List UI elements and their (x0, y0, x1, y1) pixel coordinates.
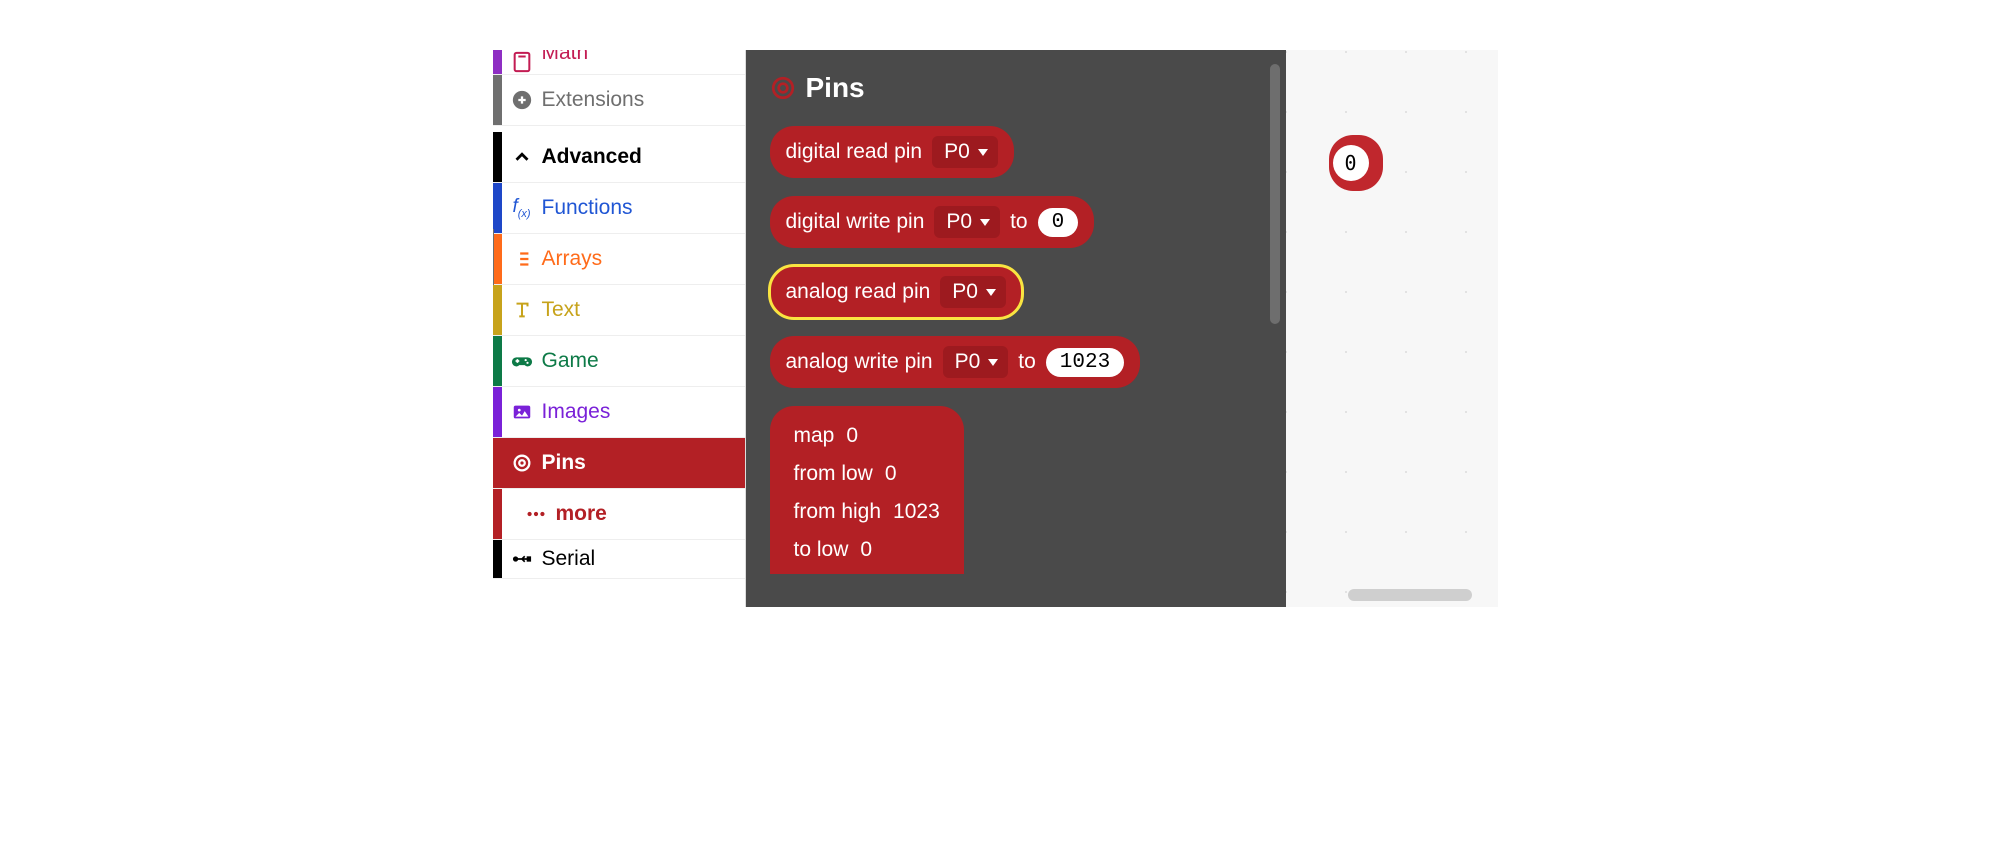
sidebar-item-images[interactable]: Images (493, 387, 745, 438)
block-label: digital read pin (786, 140, 923, 164)
sidebar-item-label: Arrays (542, 247, 603, 271)
pin-dropdown[interactable]: P0 (943, 346, 1009, 378)
sidebar-item-serial[interactable]: Serial (493, 540, 745, 579)
block-label: to (1018, 350, 1036, 374)
calculator-icon (502, 51, 542, 73)
block-label: from high (794, 500, 882, 524)
block-map[interactable]: map 0 from low 0 from high 1023 to low 0 (770, 406, 964, 574)
block-label: to (1010, 210, 1028, 234)
value-input[interactable]: 0 (1038, 208, 1079, 237)
block-analog-write-pin[interactable]: analog write pin P0 to 1023 (770, 336, 1141, 388)
workspace-canvas[interactable]: 0 (1286, 50, 1498, 607)
sidebar-item-label: Pins (542, 451, 586, 475)
block-digital-write-pin[interactable]: digital write pin P0 to 0 (770, 196, 1095, 248)
sidebar-item-label: Extensions (542, 88, 645, 112)
sidebar-item-label: more (556, 502, 607, 526)
category-sidebar: Math Extensions Advanced f(x) Functions (493, 50, 746, 607)
value-input[interactable]: 1023 (893, 500, 940, 524)
function-icon: f(x) (502, 196, 542, 220)
block-label: from low (794, 462, 873, 486)
toolbox-flyout: Pins digital read pin P0 digital write p… (746, 50, 1286, 607)
pin-dropdown[interactable]: P0 (934, 206, 1000, 238)
sidebar-item-label: Text (542, 298, 581, 322)
block-digital-read-pin[interactable]: digital read pin P0 (770, 126, 1014, 178)
image-icon (502, 401, 542, 423)
app-frame: Math Extensions Advanced f(x) Functions (493, 50, 1498, 607)
block-label: map (794, 424, 835, 448)
value-input[interactable]: 0 (860, 538, 872, 562)
text-icon (502, 299, 542, 321)
flyout-title-text: Pins (806, 72, 865, 104)
sidebar-item-text[interactable]: Text (493, 285, 745, 336)
chevron-down-icon (980, 219, 990, 226)
block-label: analog write pin (786, 350, 933, 374)
chevron-down-icon (986, 289, 996, 296)
chevron-up-icon (502, 146, 542, 168)
value-input[interactable]: 1023 (1046, 348, 1124, 377)
value-input[interactable]: 0 (1333, 145, 1369, 181)
chevron-down-icon (978, 149, 988, 156)
value-input[interactable]: 0 (846, 424, 858, 448)
sidebar-item-label: Images (542, 400, 611, 424)
ellipsis-icon (516, 503, 556, 525)
sidebar-item-game[interactable]: Game (493, 336, 745, 387)
usb-icon (502, 548, 542, 570)
pin-dropdown[interactable]: P0 (932, 136, 998, 168)
canvas-scrollbar-horizontal[interactable] (1348, 589, 1472, 601)
target-icon (502, 452, 542, 474)
block-analog-read-pin[interactable]: analog read pin P0 (770, 266, 1022, 318)
gamepad-icon (502, 350, 542, 372)
sidebar-item-pins[interactable]: Pins (493, 438, 745, 489)
sidebar-item-label: Game (542, 349, 599, 373)
sidebar-item-label: Advanced (542, 145, 642, 169)
block-label: to low (794, 538, 849, 562)
sidebar-item-math[interactable]: Math (493, 50, 745, 75)
target-icon (770, 75, 796, 101)
sidebar-item-label: Serial (542, 547, 596, 571)
plus-icon (502, 89, 542, 111)
pin-dropdown[interactable]: P0 (940, 276, 1006, 308)
block-label: digital write pin (786, 210, 925, 234)
flyout-scrollbar[interactable] (1270, 64, 1280, 324)
sidebar-item-label: Functions (542, 196, 633, 220)
list-icon (502, 248, 542, 270)
sidebar-item-label: Math (542, 50, 589, 65)
sidebar-item-functions[interactable]: f(x) Functions (493, 183, 745, 234)
workspace-block[interactable]: 0 (1329, 135, 1383, 191)
sidebar-item-pins-more[interactable]: more (493, 489, 745, 540)
block-label: analog read pin (786, 280, 931, 304)
sidebar-item-advanced[interactable]: Advanced (493, 132, 745, 183)
chevron-down-icon (988, 359, 998, 366)
flyout-title: Pins (770, 72, 1262, 104)
sidebar-item-extensions[interactable]: Extensions (493, 75, 745, 126)
sidebar-item-arrays[interactable]: Arrays (493, 234, 745, 285)
value-input[interactable]: 0 (885, 462, 897, 486)
